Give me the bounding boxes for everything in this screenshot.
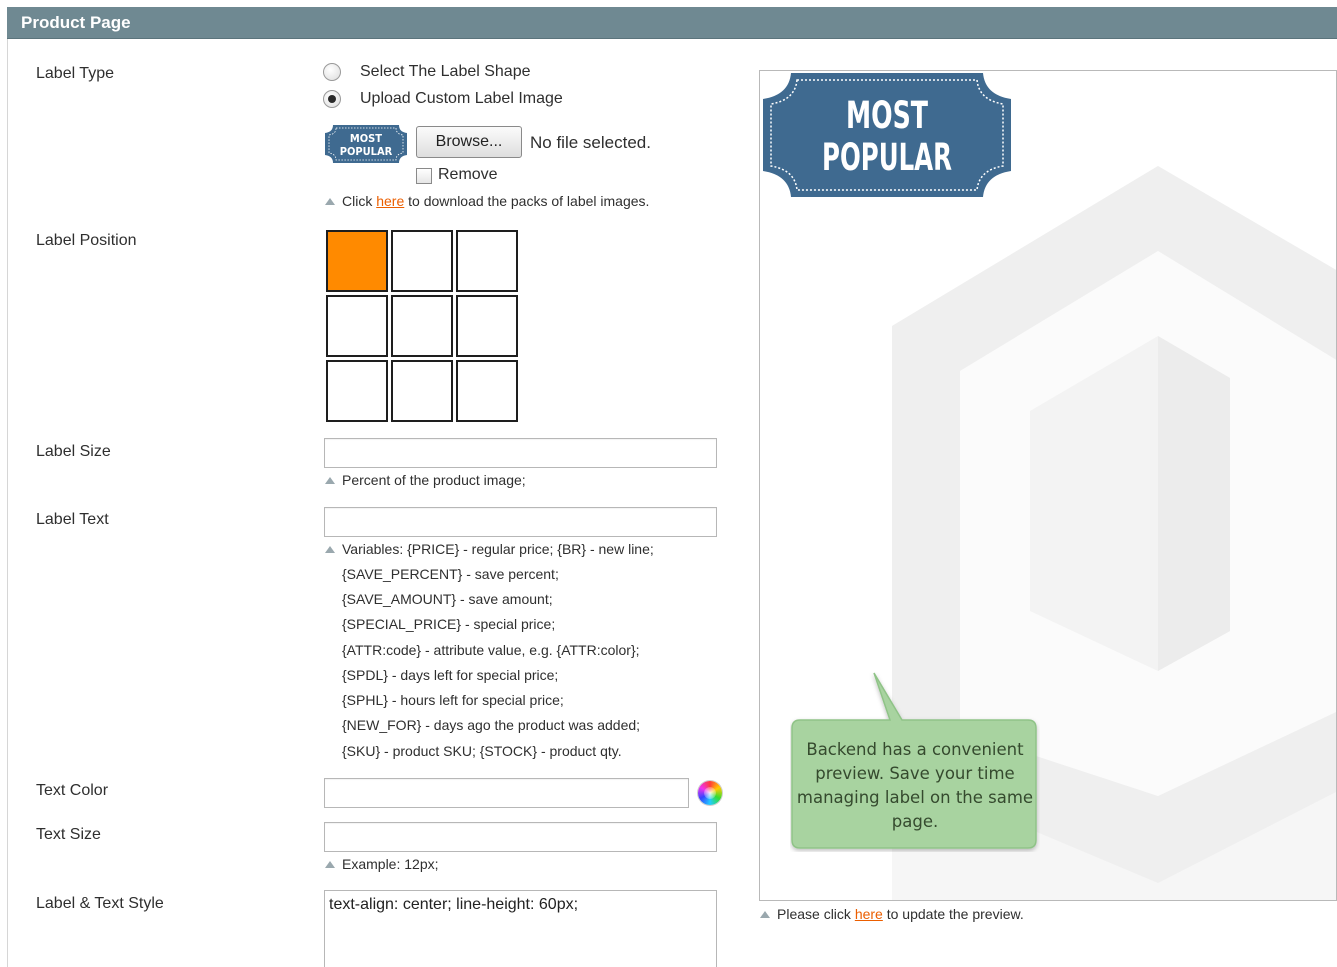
note-triangle-icon	[325, 861, 335, 868]
note-triangle-icon	[325, 198, 335, 205]
preview-label-badge: MOST POPULAR	[763, 73, 1011, 197]
thumbnail-line-2: POPULAR	[340, 145, 393, 158]
text-color-label: Text Color	[36, 782, 109, 799]
label-size-note-text: Percent of the product image;	[342, 472, 526, 488]
radio-upload-custom-image-label[interactable]: Upload Custom Label Image	[360, 90, 563, 108]
remove-label[interactable]: Remove	[438, 166, 498, 184]
text-size-input[interactable]	[324, 822, 717, 852]
label-size-input[interactable]	[324, 438, 717, 468]
variables-line: {SAVE_AMOUNT} - save amount;	[342, 591, 553, 607]
note-triangle-icon	[325, 546, 335, 553]
text-size-note: Example: 12px;	[325, 856, 439, 872]
position-cell-bottom-left[interactable]	[326, 360, 388, 422]
note-triangle-icon	[325, 477, 335, 484]
position-cell-bottom-center[interactable]	[391, 360, 453, 422]
preview-note-suffix: to update the preview.	[882, 906, 1024, 922]
text-size-label: Text Size	[36, 826, 101, 843]
uploaded-label-thumbnail: MOST POPULAR	[325, 125, 407, 163]
file-status: No file selected.	[530, 133, 651, 152]
variables-line: {SPECIAL_PRICE} - special price;	[342, 616, 556, 632]
variables-line: {ATTR:code} - attribute value, e.g. {ATT…	[342, 642, 640, 658]
position-cell-middle-center[interactable]	[391, 295, 453, 357]
position-cell-top-left[interactable]	[326, 230, 388, 292]
preview-badge-line-1: MOST	[846, 94, 928, 137]
position-cell-middle-left[interactable]	[326, 295, 388, 357]
position-cell-bottom-right[interactable]	[456, 360, 518, 422]
download-note-prefix: Click	[342, 193, 377, 209]
download-note-suffix: to download the packs of label images.	[404, 193, 650, 209]
label-position-grid	[326, 230, 518, 422]
position-cell-top-right[interactable]	[456, 230, 518, 292]
text-color-input[interactable]	[324, 778, 689, 808]
section-header[interactable]: Product Page	[7, 7, 1337, 39]
download-note: Click here to download the packs of labe…	[325, 193, 650, 209]
radio-select-label-shape-label[interactable]: Select The Label Shape	[360, 63, 531, 81]
label-type-label: Label Type	[36, 65, 114, 82]
variables-line: Variables: {PRICE} - regular price; {BR}…	[342, 541, 654, 557]
variables-line: {SAVE_PERCENT} - save percent;	[342, 566, 559, 582]
radio-select-label-shape[interactable]	[323, 63, 341, 81]
label-size-label: Label Size	[36, 443, 111, 460]
label-position-label: Label Position	[36, 232, 137, 249]
preview-note: Please click here to update the preview.	[760, 906, 1024, 922]
position-cell-top-center[interactable]	[391, 230, 453, 292]
preview-badge-line-2: POPULAR	[822, 136, 952, 179]
label-text-input[interactable]	[324, 507, 717, 537]
position-cell-middle-right[interactable]	[456, 295, 518, 357]
thumbnail-line-1: MOST	[350, 132, 382, 145]
variables-line: {NEW_FOR} - days ago the product was add…	[342, 717, 641, 733]
label-text-label: Label Text	[36, 511, 109, 528]
label-text-style-textarea[interactable]: text-align: center; line-height: 60px;	[324, 890, 717, 967]
label-text-style-label: Label & Text Style	[36, 895, 164, 912]
note-triangle-icon	[760, 911, 770, 918]
variables-note: Variables: {PRICE} - regular price; {BR}…	[325, 541, 654, 557]
text-size-note-text: Example: 12px;	[342, 856, 439, 872]
variables-line: {SKU} - product SKU; {STOCK} - product q…	[342, 743, 622, 759]
download-link[interactable]: here	[376, 193, 404, 209]
label-size-note: Percent of the product image;	[325, 472, 526, 488]
radio-upload-custom-image[interactable]	[323, 90, 341, 108]
section-title: Product Page	[21, 13, 131, 32]
browse-button[interactable]: Browse...	[416, 126, 522, 158]
update-preview-link[interactable]: here	[855, 906, 883, 922]
color-wheel-icon[interactable]	[698, 781, 722, 805]
variables-line: {SPHL} - hours left for special price;	[342, 692, 564, 708]
callout-text: Backend has a convenient preview. Save y…	[796, 740, 1034, 831]
remove-checkbox[interactable]	[416, 168, 432, 184]
preview-note-prefix: Please click	[777, 906, 855, 922]
variables-line: {SPDL} - days left for special price;	[342, 667, 559, 683]
